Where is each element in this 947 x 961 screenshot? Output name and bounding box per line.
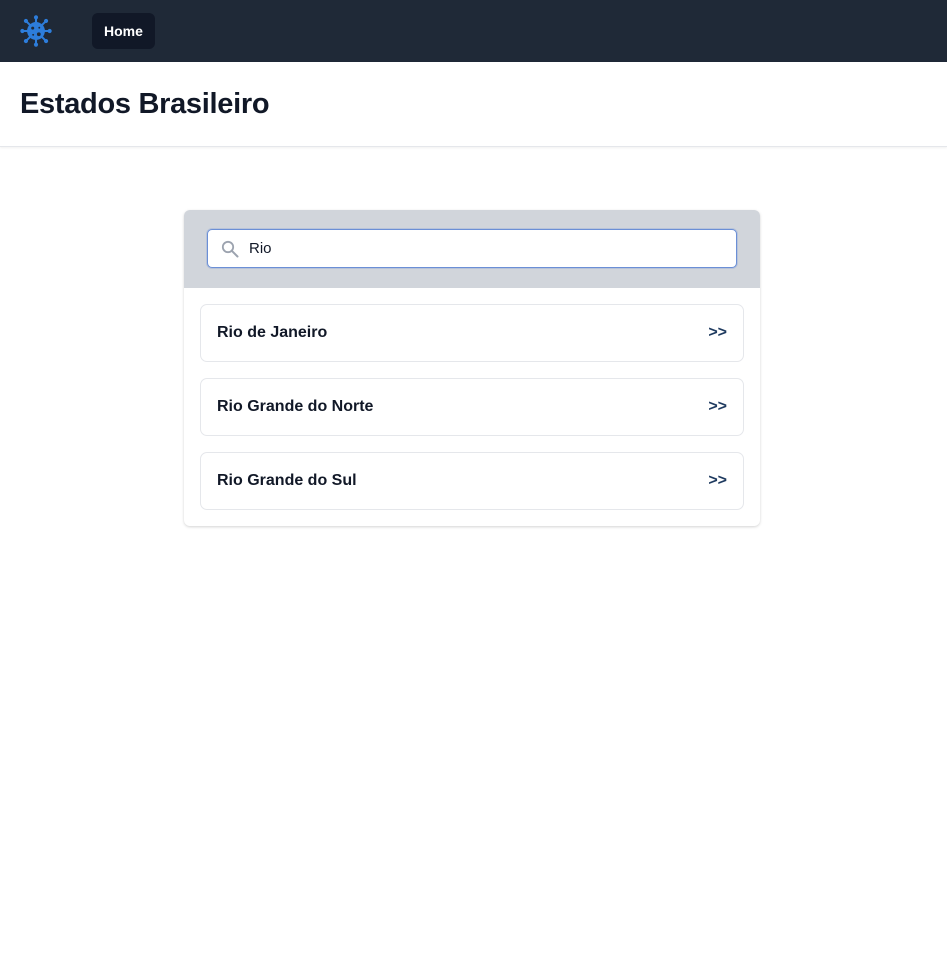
virus-icon[interactable]: [20, 15, 52, 47]
search-input[interactable]: [208, 230, 736, 267]
state-name: Rio Grande do Norte: [217, 398, 374, 415]
list-item[interactable]: Rio Grande do Norte >>: [200, 378, 744, 436]
state-list: Rio de Janeiro >> Rio Grande do Norte >>…: [184, 288, 760, 526]
list-item[interactable]: Rio de Janeiro >>: [200, 304, 744, 362]
search-area: [184, 210, 760, 288]
state-name: Rio Grande do Sul: [217, 472, 357, 489]
nav-link-home[interactable]: Home: [92, 13, 155, 49]
page-title: Estados Brasileiro: [20, 87, 270, 120]
state-name: Rio de Janeiro: [217, 324, 328, 341]
states-card: Rio de Janeiro >> Rio Grande do Norte >>…: [184, 210, 760, 526]
chevron-right-icon: >>: [708, 324, 727, 341]
search-icon: [221, 240, 239, 258]
chevron-right-icon: >>: [708, 472, 727, 489]
page-header: Estados Brasileiro: [0, 62, 947, 147]
chevron-right-icon: >>: [708, 398, 727, 415]
top-navbar: Home: [0, 0, 947, 62]
list-item[interactable]: Rio Grande do Sul >>: [200, 452, 744, 510]
search-box[interactable]: [207, 229, 737, 268]
